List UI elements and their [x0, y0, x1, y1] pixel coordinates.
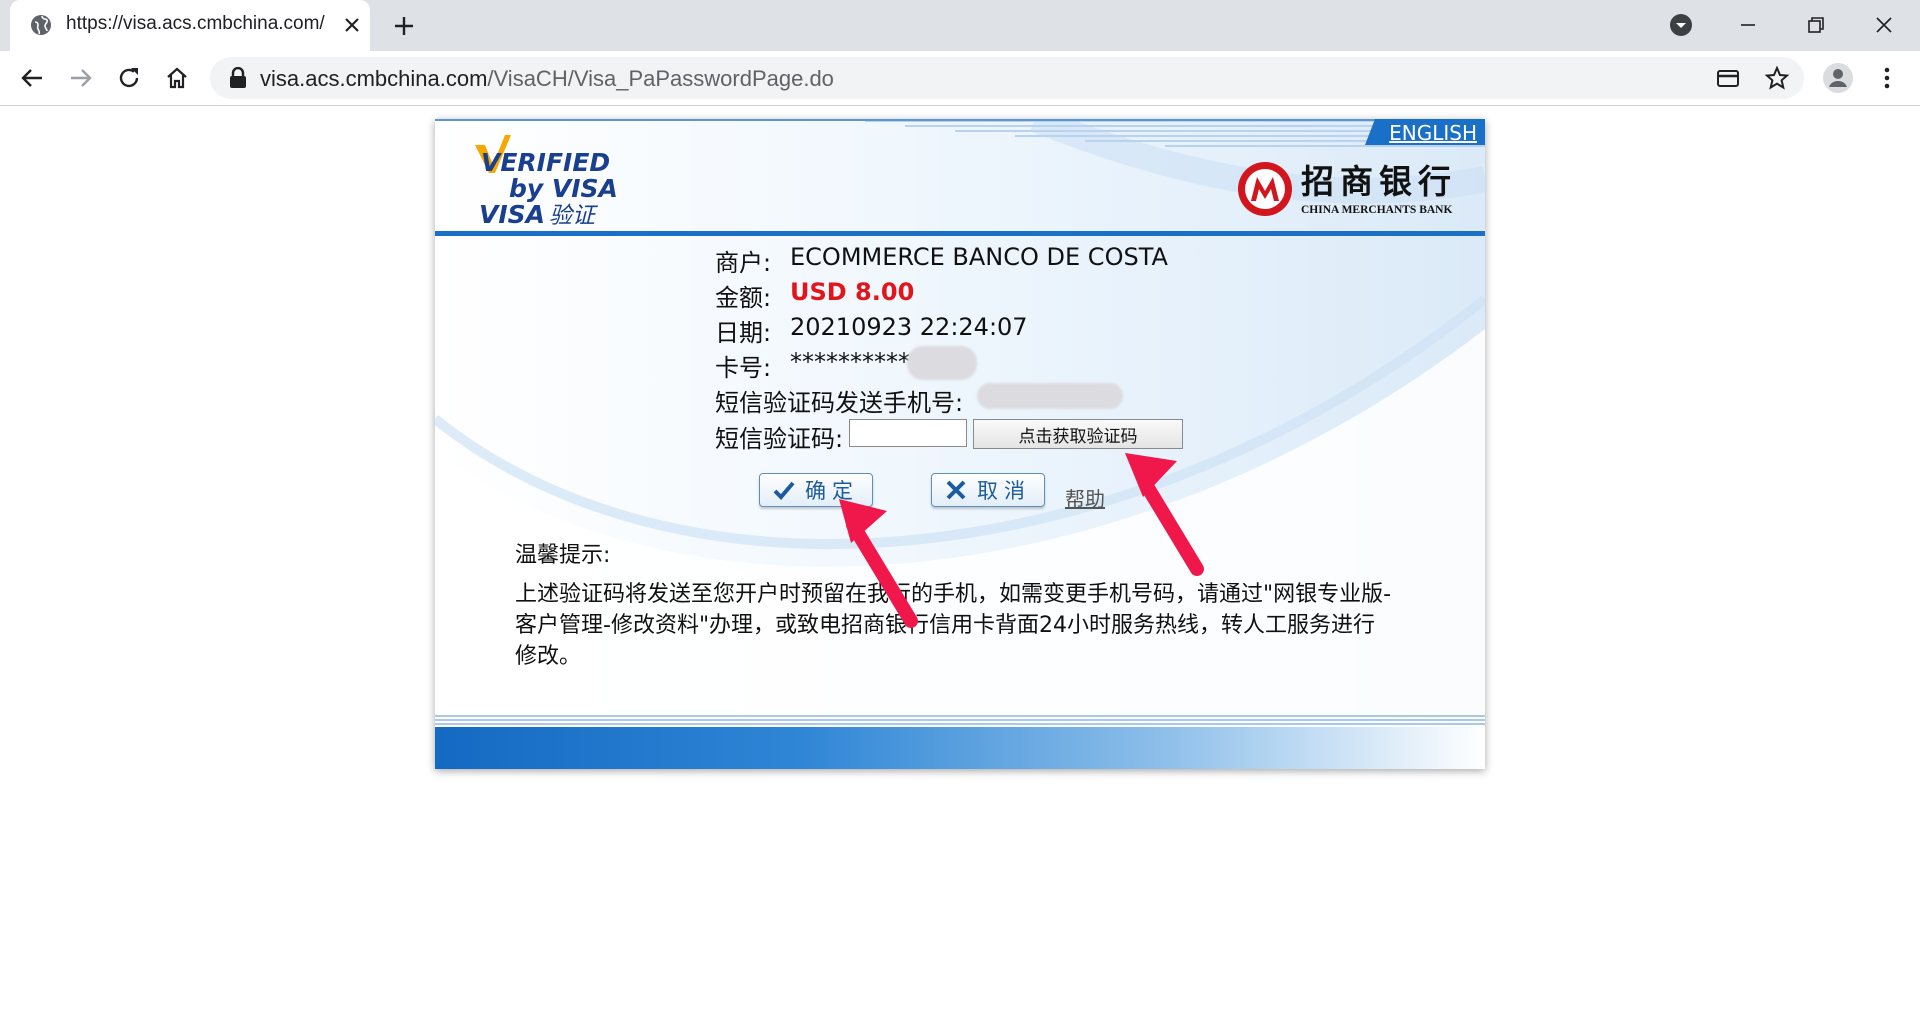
- warm-tips-title: 温馨提示:: [515, 543, 611, 568]
- date-label: 日期:: [715, 319, 772, 347]
- restore-window-icon[interactable]: [1801, 10, 1831, 40]
- panel-header: ENGLISH VERIFIED by VISA VISA 验证 招商银行 CH…: [435, 119, 1485, 231]
- footer-gradient-bar: [435, 727, 1485, 769]
- url-path: /VisaCH/Visa_PaPasswordPage.do: [487, 66, 834, 91]
- cross-icon: [946, 480, 966, 500]
- amount-label: 金额:: [715, 284, 772, 312]
- visa-logo-line3-en: VISA: [479, 200, 545, 229]
- browser-tab[interactable]: https://visa.acs.cmbchina.com/: [10, 0, 370, 51]
- warm-tips-body: 上述验证码将发送至您开户时预留在我行的手机，如需变更手机号码，请通过"网银专业版…: [515, 582, 1392, 669]
- verified-by-visa-logo: VERIFIED by VISA VISA 验证: [475, 135, 618, 229]
- header-divider: [435, 231, 1485, 236]
- profile-avatar-icon[interactable]: [1822, 62, 1854, 94]
- date-value: 20210923 22:24:07: [790, 313, 1028, 341]
- footer-stripes: [435, 715, 1485, 725]
- bookmark-star-icon[interactable]: [1764, 65, 1790, 91]
- lock-icon[interactable]: [228, 67, 248, 89]
- sms-phone-label: 短信验证码发送手机号:: [715, 389, 964, 417]
- tab-search-dropdown-icon[interactable]: [1666, 10, 1696, 40]
- home-icon[interactable]: [163, 64, 191, 92]
- annotation-arrow-confirm: [839, 499, 918, 628]
- card-number-label: 卡号:: [715, 354, 772, 382]
- date-row: 日期: 20210923 22:24:07: [715, 313, 1028, 347]
- reload-icon[interactable]: [115, 64, 143, 92]
- url-host: visa.acs.cmbchina.com: [260, 66, 488, 91]
- address-bar[interactable]: visa.acs.cmbchina.com/VisaCH/Visa_PaPass…: [210, 57, 1804, 99]
- forward-arrow-icon[interactable]: [67, 64, 95, 92]
- bank-name-en: CHINA MERCHANTS BANK: [1301, 204, 1452, 216]
- browser-toolbar: visa.acs.cmbchina.com/VisaCH/Visa_PaPass…: [0, 51, 1920, 106]
- amount-value: USD 8.00: [790, 278, 915, 306]
- sms-code-input[interactable]: [849, 419, 967, 447]
- english-language-link[interactable]: ENGLISH: [1389, 121, 1477, 145]
- visa-logo-line2: by VISA: [509, 174, 618, 203]
- globe-icon: [31, 15, 51, 35]
- redacted-card-digits: [907, 346, 977, 380]
- sms-phone-row: 短信验证码发送手机号:: [715, 383, 1123, 417]
- kebab-menu-icon[interactable]: [1873, 64, 1901, 92]
- card-number-value: ***********: [790, 348, 922, 376]
- card-payment-icon[interactable]: [1715, 65, 1741, 91]
- warm-tips: 温馨提示: 上述验证码将发送至您开户时预留在我行的手机，如需变更手机号码，请通过…: [515, 537, 1395, 672]
- bank-name-cn: 招商银行: [1301, 162, 1457, 201]
- visa-logo-line1: VERIFIED: [481, 148, 610, 177]
- checkmark-icon: [773, 481, 795, 500]
- cancel-button[interactable]: 取消: [931, 473, 1045, 507]
- close-window-icon[interactable]: [1869, 10, 1899, 40]
- sms-code-label: 短信验证码:: [715, 425, 844, 453]
- new-tab-plus-icon[interactable]: [390, 12, 418, 40]
- browser-tab-strip: https://visa.acs.cmbchina.com/: [0, 0, 1920, 51]
- amount-row: 金额: USD 8.00: [715, 278, 914, 312]
- redacted-phone-number: [977, 383, 1123, 409]
- url-text[interactable]: visa.acs.cmbchina.com/VisaCH/Visa_PaPass…: [260, 66, 834, 92]
- minimize-window-icon[interactable]: [1733, 10, 1763, 40]
- merchant-row: 商户: ECOMMERCE BANCO DE COSTA: [715, 243, 1168, 277]
- merchant-label: 商户:: [715, 249, 772, 277]
- merchant-value: ECOMMERCE BANCO DE COSTA: [790, 243, 1168, 271]
- close-tab-icon[interactable]: [340, 13, 364, 37]
- cancel-label: 取消: [977, 479, 1031, 503]
- card-number-row: 卡号: ***********: [715, 346, 977, 382]
- sms-code-row: 短信验证码: 点击获取验证码: [715, 419, 1183, 453]
- visa-logo-line3-cn: 验证: [549, 203, 599, 229]
- china-merchants-bank-logo: 招商银行 CHINA MERCHANTS BANK: [1238, 162, 1457, 216]
- back-arrow-icon[interactable]: [18, 64, 46, 92]
- annotation-arrow-get-code: [1125, 453, 1204, 576]
- verified-by-visa-panel: ENGLISH VERIFIED by VISA VISA 验证 招商银行 CH…: [435, 119, 1485, 769]
- tab-title: https://visa.acs.cmbchina.com/: [66, 13, 325, 34]
